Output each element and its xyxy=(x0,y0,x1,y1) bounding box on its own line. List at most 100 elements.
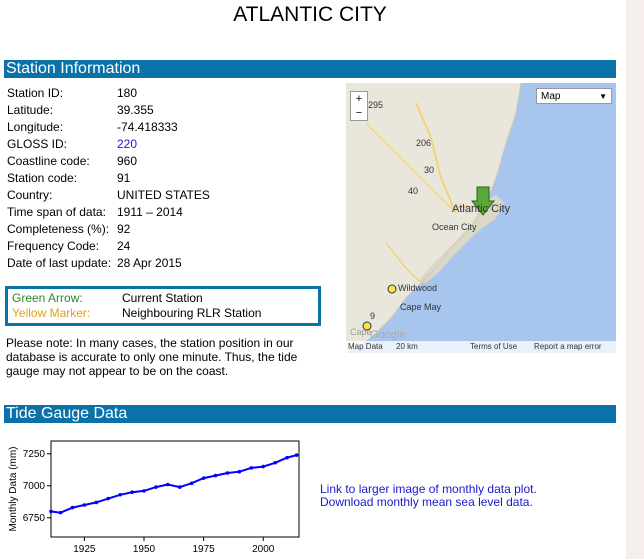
data-links: Link to larger image of monthly data plo… xyxy=(320,483,537,509)
atlantic-city-label: Atlantic City xyxy=(452,203,511,215)
station-info-value: 1911 – 2014 xyxy=(117,204,183,219)
station-info-row: Country: UNITED STATES xyxy=(7,186,210,203)
station-info-row: Date of last update: 28 Apr 2015 xyxy=(7,254,210,271)
data-point xyxy=(177,485,182,489)
station-info-row: Time span of data: 1911 – 2014 xyxy=(7,203,210,220)
station-info-value: 180 xyxy=(117,85,138,100)
route-9-label: 9 xyxy=(370,311,376,321)
station-info-value: 24 xyxy=(117,238,131,253)
data-point xyxy=(273,460,277,465)
data-point xyxy=(106,496,111,501)
monthly-data-plot: 1925 1950 1975 2000 6750 7000 7250 Monthly Data… xyxy=(8,440,300,555)
legend-yellow-row: Yellow Marker: Neighbouring RLR Station xyxy=(12,306,261,321)
station-info-label: Coastline code: xyxy=(7,153,90,168)
data-point xyxy=(118,492,122,497)
data-point xyxy=(189,481,194,486)
x-tick-label: 1975 xyxy=(192,544,215,555)
station-info-label: Station code: xyxy=(7,170,78,185)
station-info-value: UNITED STATES xyxy=(117,187,210,202)
data-point xyxy=(58,510,63,515)
station-map[interactable]: + − Map ▼ 206 30 40 295 9 Atlantic City … xyxy=(346,83,616,353)
station-info-label: Longitude: xyxy=(7,119,64,134)
tide-gauge-heading: Tide Gauge Data xyxy=(4,405,616,423)
y-tick-label: 6750 xyxy=(23,513,46,524)
map-type-select[interactable]: Map ▼ xyxy=(536,88,612,104)
station-info-value: 92 xyxy=(117,221,131,236)
page-title: ATLANTIC CITY xyxy=(233,3,387,26)
legend-yellow-key: Yellow Marker: xyxy=(12,306,91,320)
zoom-in-button[interactable]: + xyxy=(351,92,367,106)
zoom-out-button[interactable]: − xyxy=(351,106,367,120)
station-info-label: Country: xyxy=(7,187,53,202)
station-info-row: Completeness (%): 92 xyxy=(7,220,210,237)
data-point xyxy=(130,490,134,494)
download-data-link[interactable]: Download monthly mean sea level data. xyxy=(320,496,537,509)
map-type-value: Map xyxy=(541,91,561,102)
plot-frame xyxy=(50,440,300,538)
station-info-row: Longitude: -74.418333 xyxy=(7,118,210,135)
y-tick-label: 7250 xyxy=(23,449,46,460)
ocean-city-label: Ocean City xyxy=(432,222,477,232)
terms-of-use-link[interactable]: Terms of Use xyxy=(470,341,517,353)
station-info-table: Station ID: 180 Latitude: 39.355 Longitude: -… xyxy=(7,84,210,271)
cape-may-label: Cape May xyxy=(400,302,442,312)
station-info-row: Station code: 91 xyxy=(7,169,210,186)
legend-green-key: Green Arrow: xyxy=(12,291,83,305)
station-info-label: Frequency Code: xyxy=(7,238,100,253)
route-40-label: 40 xyxy=(408,186,419,196)
data-point xyxy=(261,464,266,469)
data-point xyxy=(285,455,289,460)
map-zoom-controls: + − xyxy=(350,91,368,121)
data-point xyxy=(201,476,206,480)
gloss-id-link[interactable]: 220 xyxy=(117,137,137,151)
yellow-marker-wildwood xyxy=(387,284,397,294)
station-info-value: 39.355 xyxy=(117,102,154,117)
legend-yellow-value: Neighbouring RLR Station xyxy=(122,306,262,320)
station-info-value: 960 xyxy=(117,153,138,168)
data-point xyxy=(225,471,230,475)
data-point xyxy=(166,482,170,487)
x-tick-label: 1925 xyxy=(73,544,96,555)
route-295-label: 295 xyxy=(368,100,384,110)
data-point xyxy=(237,469,242,474)
data-point xyxy=(213,473,218,478)
map-scale: 20 km xyxy=(396,342,418,351)
data-point xyxy=(94,500,99,505)
station-info-label: Completeness (%): xyxy=(7,221,110,236)
station-info-value: 28 Apr 2015 xyxy=(117,255,182,270)
route-206-label: 206 xyxy=(416,138,432,148)
map-footer: Map Data 20 km Terms of Use Report a map… xyxy=(346,341,616,353)
wildwood-label: Wildwood xyxy=(398,283,438,293)
station-info-row: Frequency Code: 24 xyxy=(7,237,210,254)
map-legend: Green Arrow: Current Station Yellow Marke… xyxy=(5,286,321,326)
station-info-label: Time span of data: xyxy=(7,204,106,219)
station-info-heading: Station Information xyxy=(4,60,616,78)
data-point xyxy=(294,453,299,457)
data-point xyxy=(82,503,87,507)
station-info-label: Latitude: xyxy=(7,102,54,117)
station-info-value: 91 xyxy=(117,170,131,185)
data-point xyxy=(49,509,53,514)
google-logo: Google xyxy=(370,329,406,341)
station-info-row: Coastline code: 960 xyxy=(7,152,210,169)
station-info-value: 220 xyxy=(117,135,210,152)
chevron-down-icon: ▼ xyxy=(599,92,607,101)
data-point xyxy=(142,489,146,493)
data-point xyxy=(154,485,158,489)
position-note: Please note: In many cases, the station … xyxy=(6,336,298,378)
map-data-link[interactable]: Map Data xyxy=(348,341,383,353)
station-info-label: Station ID: xyxy=(7,85,64,100)
legend-green-value: Current Station xyxy=(122,291,203,305)
route-30-label: 30 xyxy=(424,165,435,175)
map-canvas[interactable] xyxy=(346,83,616,353)
y-axis-label: Monthly Data (mm) xyxy=(8,446,19,531)
x-tick-label: 1950 xyxy=(133,544,156,555)
station-info-label: GLOSS ID: xyxy=(7,136,68,151)
station-info-row: GLOSS ID: 220 xyxy=(7,135,210,152)
station-info-row: Latitude: 39.355 xyxy=(7,101,210,118)
station-info-label: Date of last update: xyxy=(7,255,112,270)
data-point xyxy=(249,466,254,470)
report-map-error-link[interactable]: Report a map error xyxy=(534,341,602,353)
cape-may-point-label: Cape xyxy=(350,327,372,337)
x-tick-label: 2000 xyxy=(252,544,275,555)
